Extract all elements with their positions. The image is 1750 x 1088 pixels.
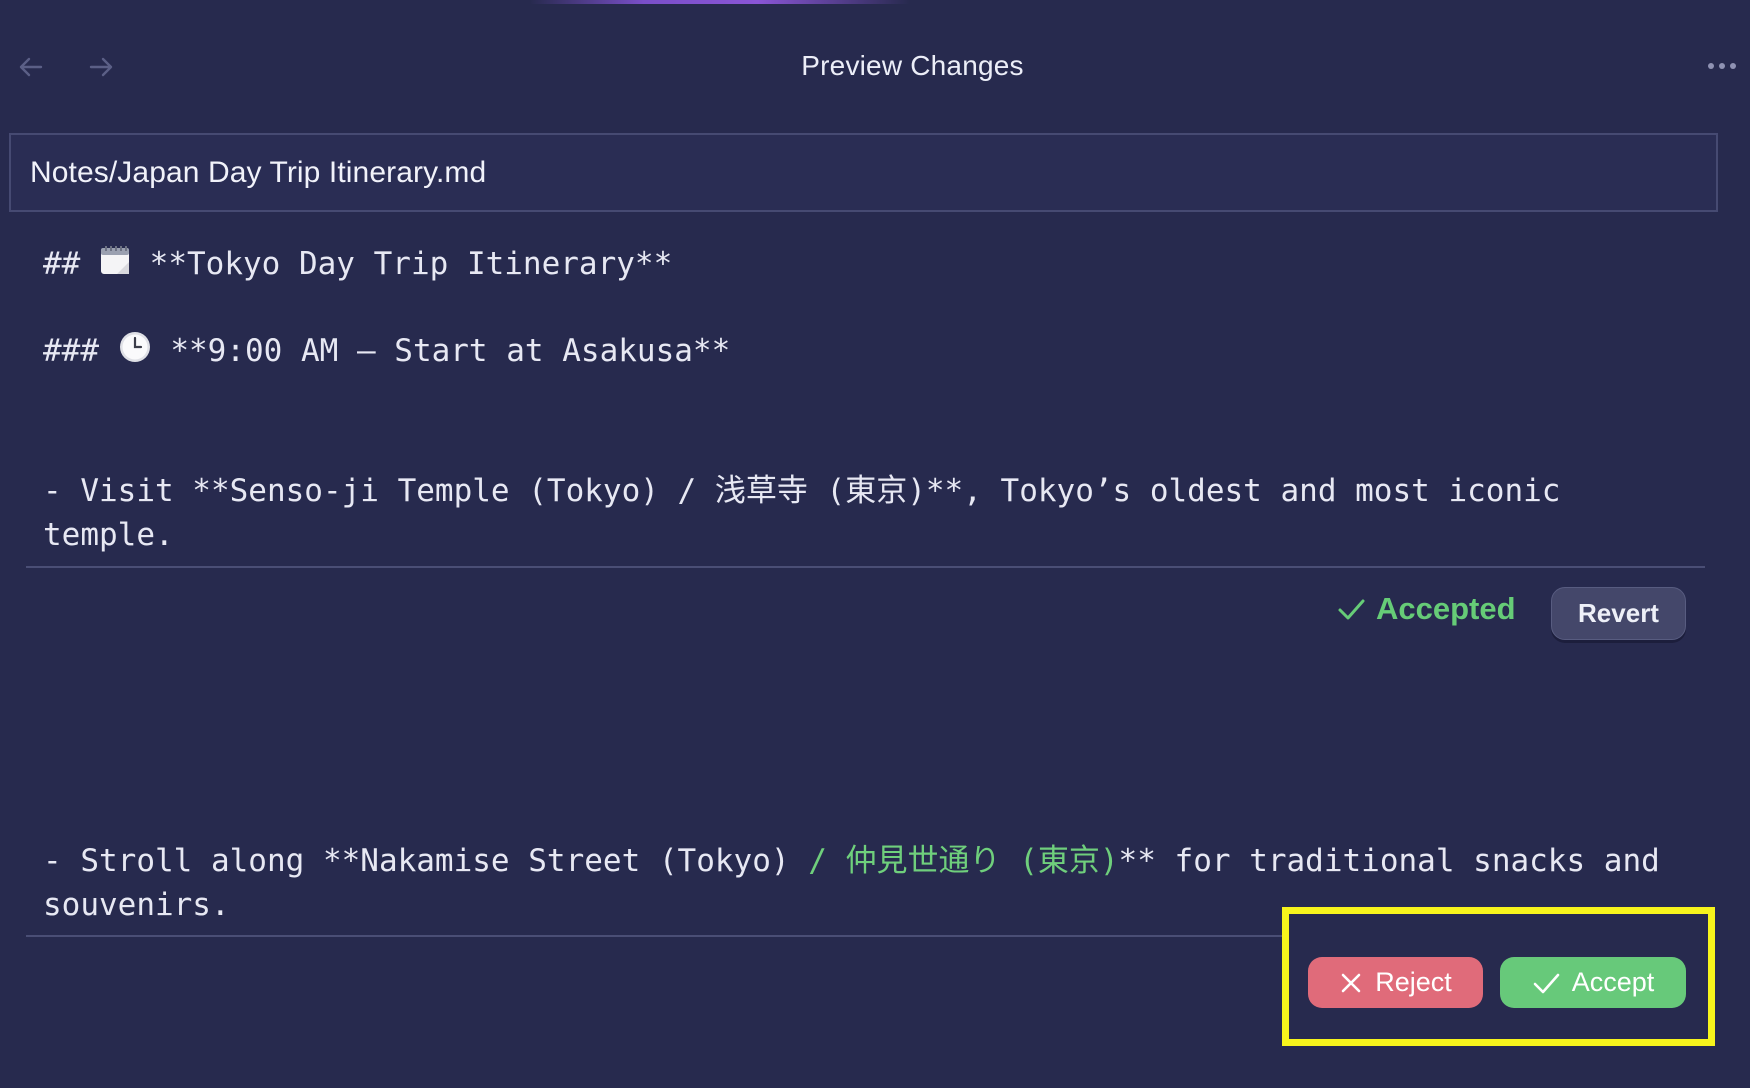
x-icon <box>1341 973 1361 992</box>
accepted-label: Accepted <box>1376 591 1516 626</box>
heading3-text: **9:00 AM – Start at Asakusa** <box>151 333 731 369</box>
heading-line-title: ## **Tokyo Day Trip Itinerary** <box>43 242 672 288</box>
change1-divider <box>26 566 1705 568</box>
accepted-status: Accepted <box>1336 591 1516 627</box>
heading2-text: **Tokyo Day Trip Itinerary** <box>131 246 673 282</box>
heading-line-time: ### **9:00 AM – Start at Asakusa** <box>43 329 730 376</box>
file-path-bar: Notes/Japan Day Trip Itinerary.md <box>9 133 1718 212</box>
check-icon <box>1533 973 1560 993</box>
change1-line: - Visit **Senso-ji Temple (Tokyo) / 浅草寺 … <box>43 473 1561 509</box>
clock-emoji-icon <box>118 330 152 376</box>
change2-divider <box>26 935 1282 937</box>
revert-button[interactable]: Revert <box>1551 587 1686 640</box>
accept-button[interactable]: Accept <box>1500 957 1686 1008</box>
heading2-prefix: ## <box>43 246 99 282</box>
ellipsis-icon <box>1708 63 1736 69</box>
heading3-prefix: ### <box>43 333 118 369</box>
change2-text-plain: - Stroll along **Nakamise Street (Tokyo) <box>43 843 809 879</box>
accept-label: Accept <box>1571 967 1655 997</box>
file-path: Notes/Japan Day Trip Itinerary.md <box>30 155 487 189</box>
change2-line: - Stroll along **Nakamise Street (Tokyo)… <box>43 839 1660 883</box>
more-options-button[interactable] <box>1704 52 1740 80</box>
calendar-emoji-icon <box>99 244 131 288</box>
page-title: Preview Changes <box>801 50 1024 81</box>
change2-line-wrap: souvenirs. <box>43 887 230 923</box>
change1-line-wrap: temple. <box>43 517 174 553</box>
reject-button[interactable]: Reject <box>1308 957 1483 1008</box>
title-bar: Preview Changes <box>0 0 1750 120</box>
change2-text-rest: ** for traditional snacks and <box>1118 843 1660 879</box>
change2-text-added: / 仲見世通り (東京) <box>808 843 1119 879</box>
reject-label: Reject <box>1375 967 1452 997</box>
check-icon <box>1338 599 1365 620</box>
